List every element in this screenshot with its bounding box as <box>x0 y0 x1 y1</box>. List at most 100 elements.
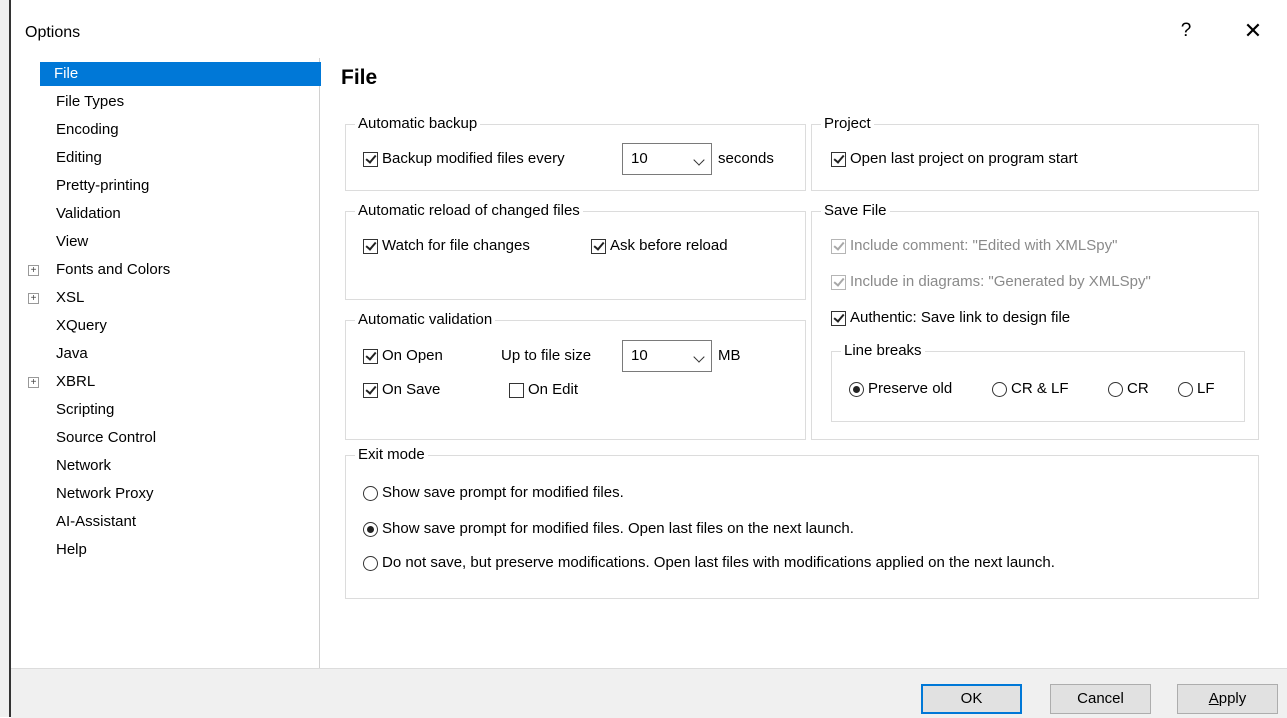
apply-accelerator: A <box>1208 690 1219 707</box>
radio-dot-icon <box>363 522 378 537</box>
select-value: 10 <box>631 150 648 167</box>
tree-item-label: Help <box>56 541 87 558</box>
radio-dot-icon <box>992 382 1007 397</box>
expand-plus-icon[interactable]: + <box>28 377 39 388</box>
tree-item-view[interactable]: View <box>11 230 311 254</box>
apply-label-rest: pply <box>1218 690 1247 707</box>
exit-mode-group: Exit mode Show save prompt for modified … <box>345 445 1259 599</box>
dialog-footer: OK Cancel Apply <box>11 668 1287 718</box>
apply-button[interactable]: Apply <box>1177 684 1278 714</box>
tree-item-validation[interactable]: Validation <box>11 202 311 226</box>
radio-dot-icon <box>363 556 378 571</box>
category-tree: File File Types Encoding Editing Pretty-… <box>11 58 331 668</box>
tree-item-xquery[interactable]: XQuery <box>11 314 311 338</box>
tree-item-file[interactable]: File <box>40 62 331 86</box>
checkbox-label: Watch for file changes <box>382 237 530 254</box>
tree-item-encoding[interactable]: Encoding <box>11 118 311 142</box>
group-legend: Line breaks <box>841 341 925 361</box>
checkbox-label: On Save <box>382 381 441 398</box>
checkbox-label: On Open <box>382 347 443 364</box>
tree-item-label: Java <box>56 345 88 362</box>
ok-button[interactable]: OK <box>921 684 1022 714</box>
backup-interval-select[interactable]: 10 <box>622 143 712 175</box>
file-size-unit: MB <box>718 347 741 364</box>
file-size-select[interactable]: 10 <box>622 340 712 372</box>
tree-item-network[interactable]: Network <box>11 454 311 478</box>
radio-dot-icon <box>1108 382 1123 397</box>
page-title: File <box>341 66 378 89</box>
tree-item-xbrl[interactable]: + XBRL <box>11 370 311 394</box>
save-file-group: Save File Include comment: "Edited with … <box>811 201 1259 440</box>
checkbox-check-icon <box>831 275 846 290</box>
checkbox-label: On Edit <box>528 381 579 398</box>
expand-plus-icon[interactable]: + <box>28 293 39 304</box>
tree-item-label: Scripting <box>56 401 115 418</box>
radio-dot-icon <box>363 486 378 501</box>
radio-dot-icon <box>1178 382 1193 397</box>
tree-item-file-types[interactable]: File Types <box>11 90 311 114</box>
tree-item-label: Network Proxy <box>56 485 154 502</box>
tree-item-label: View <box>56 233 89 250</box>
group-legend: Automatic backup <box>355 114 481 134</box>
tree-item-network-proxy[interactable]: Network Proxy <box>11 482 311 506</box>
tree-item-label: XBRL <box>56 373 96 390</box>
tree-item-help[interactable]: Help <box>11 538 311 562</box>
radio-label: CR & LF <box>1011 380 1069 397</box>
tree-item-xsl[interactable]: + XSL <box>11 286 311 310</box>
options-dialog: Options ? ✕ File File Types Encoding Edi… <box>0 0 1287 718</box>
help-button[interactable]: ? <box>1173 18 1199 44</box>
checkbox-check-icon <box>509 383 524 398</box>
tree-item-editing[interactable]: Editing <box>11 146 311 170</box>
checkbox-label: Include comment: "Edited with XMLSpy" <box>850 237 1118 254</box>
radio-label: Show save prompt for modified files. <box>382 484 624 501</box>
group-legend: Project <box>821 114 874 134</box>
group-legend: Automatic validation <box>355 310 496 330</box>
backup-unit-label: seconds <box>718 150 774 167</box>
tree-item-source-control[interactable]: Source Control <box>11 426 311 450</box>
checkbox-label: Authentic: Save link to design file <box>850 309 1071 326</box>
tree-item-pretty-printing[interactable]: Pretty-printing <box>11 174 311 198</box>
checkbox-check-icon <box>831 239 846 254</box>
cancel-button[interactable]: Cancel <box>1050 684 1151 714</box>
expand-plus-icon[interactable]: + <box>28 265 39 276</box>
group-legend: Exit mode <box>355 445 428 465</box>
tree-item-label: Pretty-printing <box>56 177 150 194</box>
automatic-reload-group: Automatic reload of changed files Watch … <box>345 201 806 300</box>
checkbox-check-icon <box>363 349 378 364</box>
radio-dot-icon <box>849 382 864 397</box>
tree-item-scripting[interactable]: Scripting <box>11 398 311 422</box>
chevron-down-icon <box>693 351 705 363</box>
checkbox-check-icon <box>831 152 846 167</box>
window-title: Options <box>25 24 81 41</box>
tree-item-label: AI-Assistant <box>56 513 137 530</box>
tree-item-label: Editing <box>56 149 102 166</box>
close-button[interactable]: ✕ <box>1238 18 1268 46</box>
tree-item-fonts-and-colors[interactable]: + Fonts and Colors <box>11 258 311 282</box>
tree-item-label: Network <box>56 457 112 474</box>
checkbox-check-icon <box>363 152 378 167</box>
checkbox-check-icon <box>591 239 606 254</box>
group-legend: Automatic reload of changed files <box>355 201 583 221</box>
tree-item-label: Source Control <box>56 429 157 446</box>
checkbox-label: Backup modified files every <box>382 150 565 167</box>
tree-item-label: Fonts and Colors <box>56 261 171 278</box>
tree-item-ai-assistant[interactable]: AI-Assistant <box>11 510 311 534</box>
tree-item-label: File Types <box>56 93 125 110</box>
group-legend: Save File <box>821 201 890 221</box>
radio-label: Do not save, but preserve modifications.… <box>382 554 1055 571</box>
radio-label: Preserve old <box>868 380 953 397</box>
tree-item-label: Encoding <box>56 121 119 138</box>
tree-item-label: XSL <box>56 289 85 306</box>
tree-item-label: Validation <box>56 205 121 222</box>
checkbox-check-icon <box>363 383 378 398</box>
project-group: Project Open last project on program sta… <box>811 114 1259 191</box>
tree-item-java[interactable]: Java <box>11 342 311 366</box>
window-left-edge <box>0 0 11 717</box>
automatic-backup-group: Automatic backup Backup modified files e… <box>345 114 806 191</box>
tree-item-label: File <box>54 65 79 82</box>
settings-panel: File Automatic backup Backup modified fi… <box>321 58 1287 668</box>
file-size-label: Up to file size <box>501 347 592 364</box>
select-value: 10 <box>631 347 648 364</box>
title-bar: Options ? ✕ <box>11 0 1287 58</box>
checkbox-label: Include in diagrams: "Generated by XMLSp… <box>850 273 1151 290</box>
